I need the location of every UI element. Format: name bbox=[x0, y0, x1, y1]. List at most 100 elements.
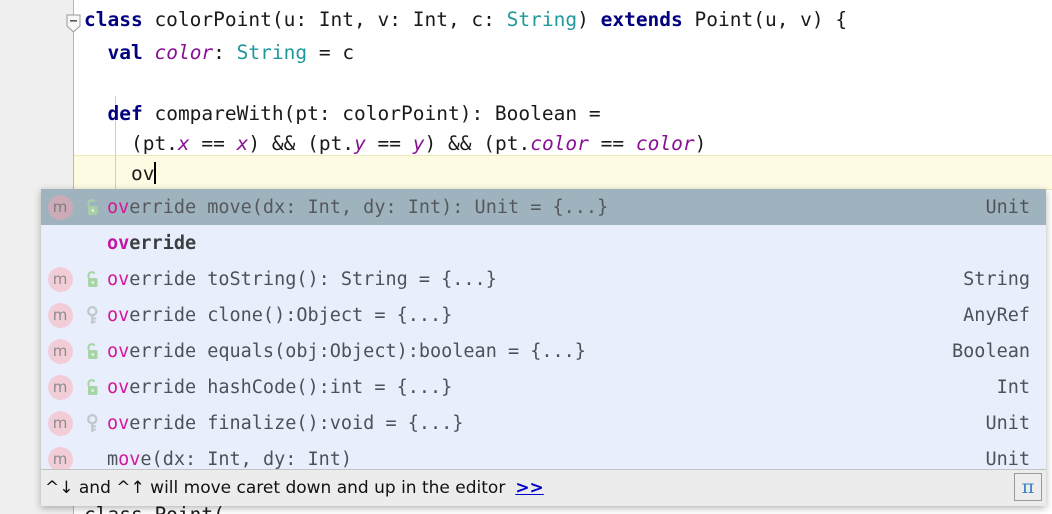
code-line: def compareWith(pt: colorPoint): Boolean… bbox=[84, 99, 601, 129]
method-badge-icon: m bbox=[48, 339, 73, 364]
code-token: class bbox=[84, 8, 143, 31]
method-badge-icon: m bbox=[48, 375, 73, 400]
code-token: extends bbox=[601, 8, 683, 31]
code-line: (pt.x == x) && (pt.y == y) && (pt.color … bbox=[84, 129, 706, 159]
method-badge-icon: m bbox=[48, 411, 73, 436]
fold-collapse-icon[interactable] bbox=[66, 14, 81, 33]
completion-label-text: erride clone():Object = {...} bbox=[129, 305, 452, 326]
completion-kind-icon-cell: m bbox=[43, 375, 77, 400]
code-token bbox=[84, 41, 107, 64]
text-caret bbox=[154, 162, 156, 184]
completion-item[interactable]: moverride finalize():void = {...}Unit bbox=[41, 405, 1046, 441]
code-token: (pt. bbox=[84, 132, 178, 155]
code-token: = c bbox=[307, 41, 354, 64]
completion-item-label: override hashCode():int = {...} bbox=[107, 377, 997, 398]
code-token: String bbox=[237, 41, 307, 64]
ide-screen: class colorPoint(u: Int, v: Int, c: Stri… bbox=[0, 0, 1052, 514]
completion-label-text: m bbox=[107, 449, 118, 470]
code-token: == bbox=[190, 132, 237, 155]
code-token bbox=[143, 41, 155, 64]
code-token: colorPoint(u: Int, v: Int, c: bbox=[143, 8, 507, 31]
code-token: y bbox=[413, 132, 425, 155]
current-line-highlight bbox=[0, 156, 1052, 189]
completion-kind-icon-cell: m bbox=[43, 195, 77, 220]
completion-label-text: erride hashCode():int = {...} bbox=[129, 377, 452, 398]
completion-item-label: override clone():Object = {...} bbox=[107, 305, 963, 326]
code-token: == bbox=[589, 132, 636, 155]
code-token: ) && (pt. bbox=[425, 132, 531, 155]
completion-label-text: e(dx: Int, dy: Int) bbox=[140, 449, 352, 470]
completion-item-label: override toString(): String = {...} bbox=[107, 269, 963, 290]
completion-label-text: erride toString(): String = {...} bbox=[129, 269, 497, 290]
code-token: ov bbox=[84, 162, 154, 185]
code-line: ov bbox=[84, 159, 156, 189]
code-token: y bbox=[354, 132, 366, 155]
completion-item-label: move(dx: Int, dy: Int) bbox=[107, 449, 985, 470]
code-token: compareWith(pt: colorPoint): Boolean = bbox=[143, 102, 601, 125]
completion-item-type: Unit bbox=[985, 197, 1046, 218]
method-badge-icon: m bbox=[48, 447, 73, 472]
completion-kind-icon-cell: m bbox=[43, 267, 77, 292]
completion-item-type: String bbox=[963, 269, 1046, 290]
completion-item-label: override equals(obj:Object):boolean = {.… bbox=[107, 341, 952, 362]
completion-match-highlight: ov bbox=[107, 341, 129, 362]
completion-item-type: Unit bbox=[985, 413, 1046, 434]
code-token bbox=[84, 102, 107, 125]
completion-item-type: AnyRef bbox=[963, 305, 1046, 326]
code-token: color bbox=[636, 132, 695, 155]
completion-match-highlight: ov bbox=[107, 413, 129, 434]
completion-kind-icon-cell: m bbox=[43, 411, 77, 436]
completion-kind-icon-cell: m bbox=[43, 303, 77, 328]
completion-label-text: erride finalize():void = {...} bbox=[129, 413, 463, 434]
protected-key-icon bbox=[77, 306, 107, 325]
completion-match-highlight: ov bbox=[107, 305, 129, 326]
code-token: : bbox=[213, 41, 236, 64]
completion-item-type: Int bbox=[997, 377, 1046, 398]
completion-kind-icon-cell: m bbox=[43, 447, 77, 472]
completion-item[interactable]: moverride hashCode():int = {...}Int bbox=[41, 369, 1046, 405]
completion-item[interactable]: override bbox=[41, 225, 1046, 261]
code-token: x bbox=[178, 132, 190, 155]
code-token: ) && (pt. bbox=[248, 132, 354, 155]
public-unlock-icon bbox=[77, 342, 107, 361]
code-line: class colorPoint(u: Int, v: Int, c: Stri… bbox=[84, 5, 847, 35]
public-unlock-icon bbox=[77, 270, 107, 289]
completion-hint-text: ^↓ and ^↑ will move caret down and up in… bbox=[41, 478, 505, 498]
pi-settings-icon[interactable]: π bbox=[1014, 473, 1042, 501]
completion-kind-icon-cell: m bbox=[43, 339, 77, 364]
method-badge-icon: m bbox=[48, 195, 73, 220]
public-unlock-icon bbox=[77, 378, 107, 397]
code-token: ) bbox=[577, 8, 600, 31]
completion-item[interactable]: m override equals(obj:Object):boolean = {… bbox=[41, 333, 1046, 369]
completion-list[interactable]: moverride move(dx: Int, dy: Int): Unit =… bbox=[41, 189, 1046, 470]
method-badge-icon: m bbox=[48, 267, 73, 292]
completion-item[interactable]: moverride toString(): String = {...}Stri… bbox=[41, 261, 1046, 297]
code-token: ) bbox=[695, 132, 707, 155]
protected-key-icon bbox=[77, 414, 107, 433]
completion-match-highlight: ov bbox=[118, 449, 140, 470]
completion-match-highlight: ov bbox=[107, 377, 129, 398]
completion-status-bar: ^↓ and ^↑ will move caret down and up in… bbox=[41, 469, 1046, 506]
completion-item-label: override bbox=[107, 233, 1030, 254]
public-unlock-icon bbox=[77, 198, 107, 217]
completion-match-highlight: ov bbox=[107, 269, 129, 290]
completion-match-highlight: ov bbox=[107, 233, 129, 254]
code-completion-popup[interactable]: moverride move(dx: Int, dy: Int): Unit =… bbox=[41, 189, 1046, 506]
completion-item[interactable]: m override move(dx: Int, dy: Int): Unit =… bbox=[41, 189, 1046, 225]
code-token: == bbox=[366, 132, 413, 155]
completion-item-label: override move(dx: Int, dy: Int): Unit = … bbox=[107, 197, 985, 218]
completion-label-text: erride bbox=[129, 233, 196, 254]
code-token: color bbox=[154, 41, 213, 64]
completion-item-type: Boolean bbox=[952, 341, 1046, 362]
completion-item-label: override finalize():void = {...} bbox=[107, 413, 985, 434]
code-token: def bbox=[107, 102, 142, 125]
completion-item[interactable]: moverride clone():Object = {...}AnyRef bbox=[41, 297, 1046, 333]
completion-more-link[interactable]: >> bbox=[515, 478, 544, 498]
code-token: color bbox=[530, 132, 589, 155]
completion-match-highlight: ov bbox=[107, 197, 129, 218]
code-token: String bbox=[507, 8, 577, 31]
method-badge-icon: m bbox=[48, 303, 73, 328]
code-line: val color: String = c bbox=[84, 38, 354, 68]
completion-label-text: erride move(dx: Int, dy: Int): Unit = {.… bbox=[129, 197, 608, 218]
code-token: val bbox=[107, 41, 142, 64]
